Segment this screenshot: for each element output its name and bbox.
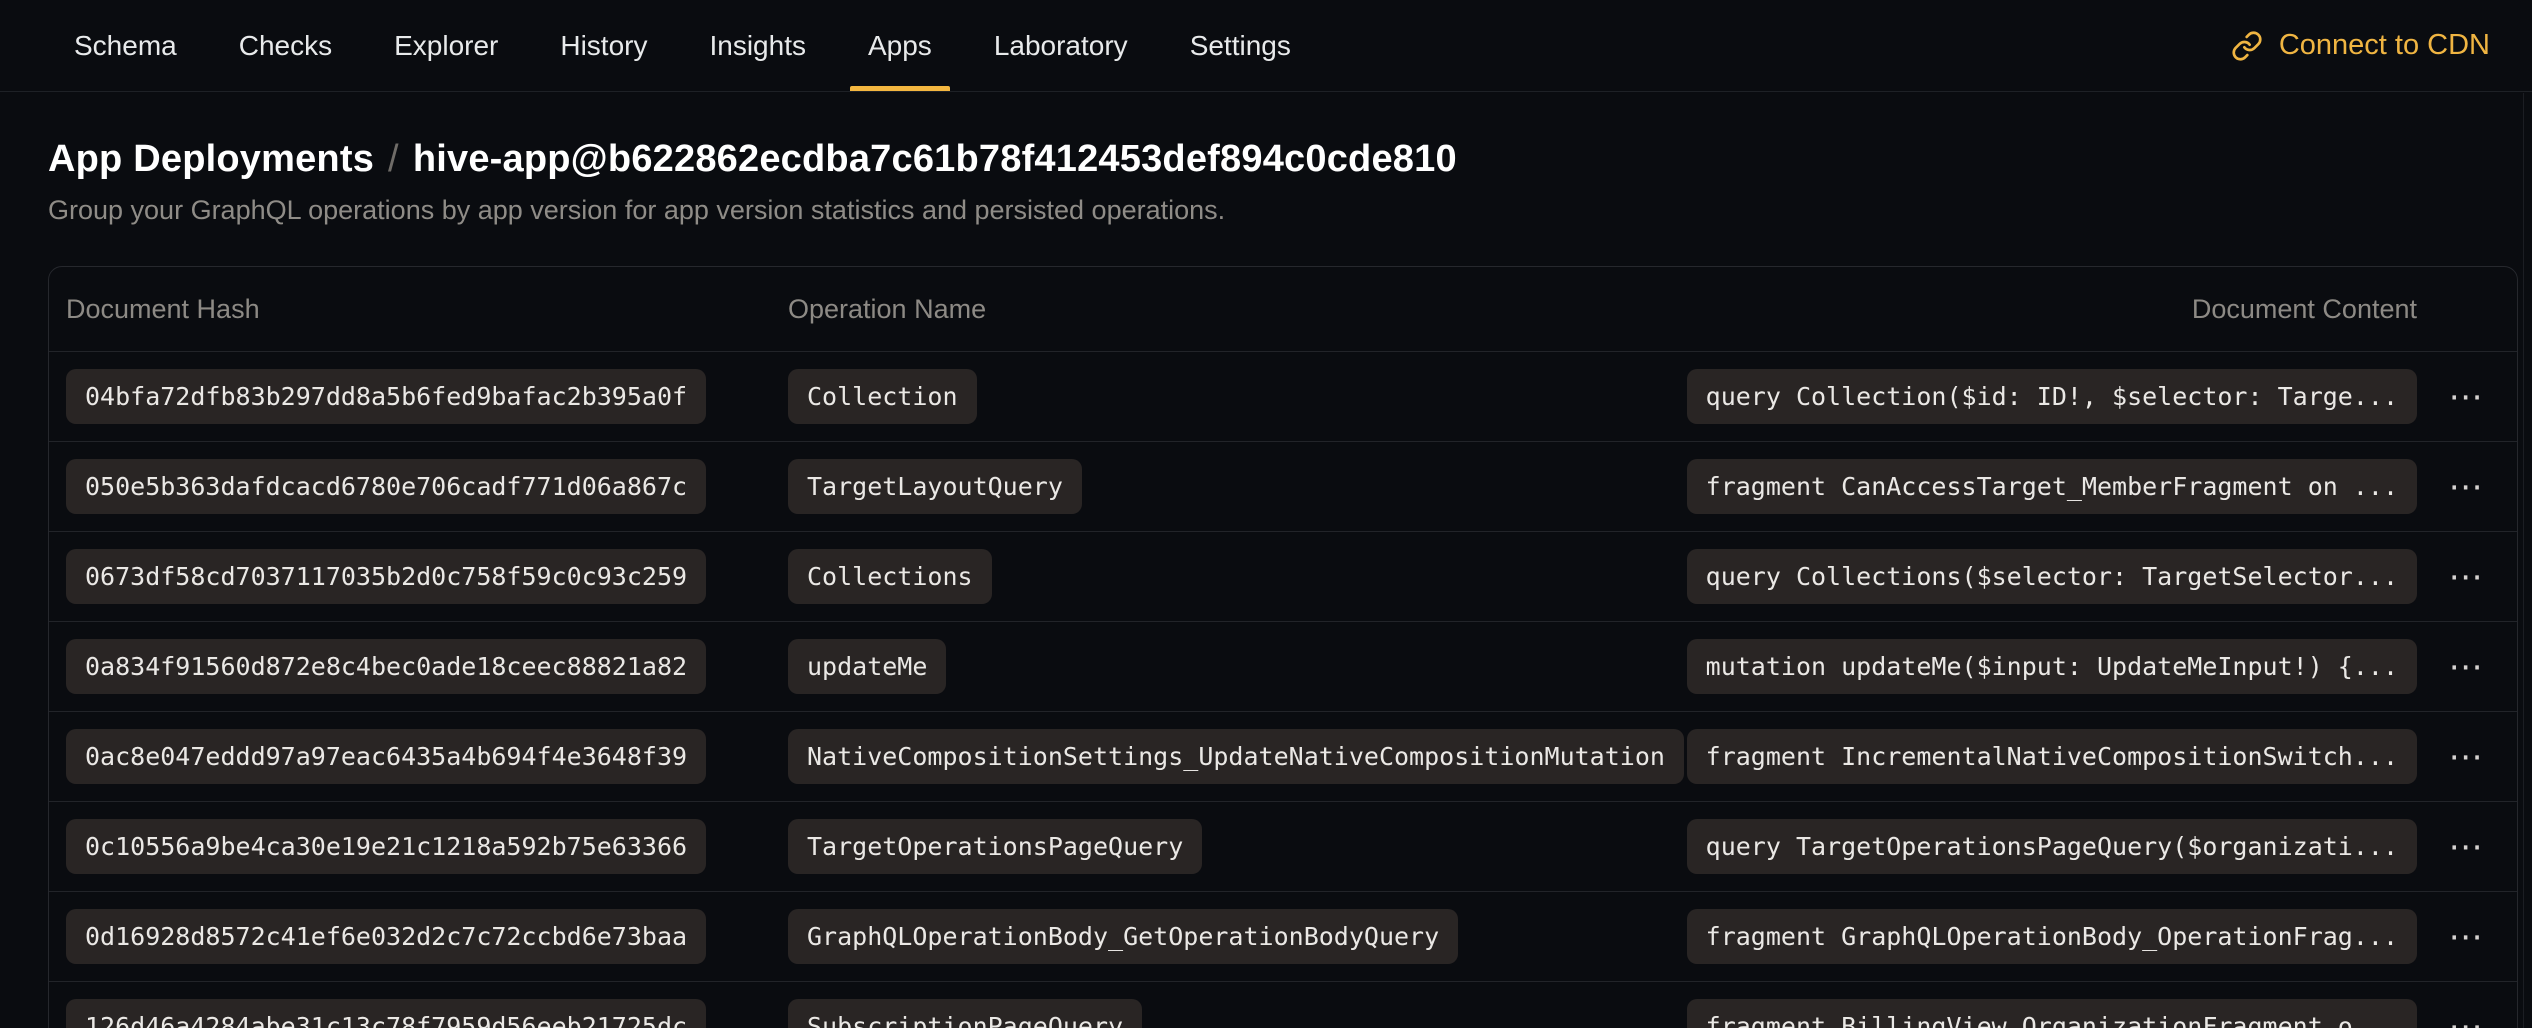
document-content-chip: mutation updateMe($input: UpdateMeInput!… <box>1687 639 2417 694</box>
document-content-cell: query TargetOperationsPageQuery($organiz… <box>1687 819 2417 874</box>
document-hash-cell: 050e5b363dafdcacd6780e706cadf771d06a867c <box>66 459 788 514</box>
document-hash-cell: 0a834f91560d872e8c4bec0ade18ceec88821a82 <box>66 639 788 694</box>
operation-name-cell: GraphQLOperationBody_GetOperationBodyQue… <box>788 909 1687 964</box>
operation-name-chip: SubscriptionPageQuery <box>788 999 1142 1028</box>
top-navigation: Schema Checks Explorer History Insights … <box>0 0 2532 92</box>
connect-to-cdn-label: Connect to CDN <box>2279 29 2490 62</box>
row-menu-button[interactable]: ⋯ <box>2439 912 2496 962</box>
document-content-chip: fragment IncrementalNativeCompositionSwi… <box>1687 729 2417 784</box>
breadcrumb: App Deployments/hive-app@b622862ecdba7c6… <box>48 138 2484 181</box>
operation-name-cell: NativeCompositionSettings_UpdateNativeCo… <box>788 729 1687 784</box>
nav-tab-insights[interactable]: Insights <box>685 0 830 91</box>
operation-name-cell: Collections <box>788 549 1687 604</box>
row-actions-cell: ⋯ <box>2439 1002 2496 1028</box>
document-content-chip: fragment BillingView_OrganizationFragmen… <box>1687 999 2417 1028</box>
row-actions-cell: ⋯ <box>2439 552 2496 602</box>
document-hash-chip: 0673df58cd7037117035b2d0c758f59c0c93c259 <box>66 549 706 604</box>
document-content-chip: query Collection($id: ID!, $selector: Ta… <box>1687 369 2417 424</box>
link-icon <box>2231 30 2263 62</box>
table-row: 0673df58cd7037117035b2d0c758f59c0c93c259… <box>49 531 2517 621</box>
document-hash-chip: 0c10556a9be4ca30e19e21c1218a592b75e63366 <box>66 819 706 874</box>
document-content-cell: fragment CanAccessTarget_MemberFragment … <box>1687 459 2417 514</box>
table-row: 0c10556a9be4ca30e19e21c1218a592b75e63366… <box>49 801 2517 891</box>
nav-tab-laboratory[interactable]: Laboratory <box>970 0 1152 91</box>
row-actions-cell: ⋯ <box>2439 732 2496 782</box>
nav-tab-history[interactable]: History <box>536 0 671 91</box>
table-row: 050e5b363dafdcacd6780e706cadf771d06a867c… <box>49 441 2517 531</box>
table-row: 126d46a4284abe31c13c78f7959d56eeb21725dc… <box>49 981 2517 1028</box>
row-actions-cell: ⋯ <box>2439 462 2496 512</box>
document-content-cell: fragment IncrementalNativeCompositionSwi… <box>1687 729 2417 784</box>
document-hash-chip: 0ac8e047eddd97a97eac6435a4b694f4e3648f39 <box>66 729 706 784</box>
document-hash-cell: 0ac8e047eddd97a97eac6435a4b694f4e3648f39 <box>66 729 788 784</box>
row-menu-button[interactable]: ⋯ <box>2439 1002 2496 1028</box>
table-header-row: Document Hash Operation Name Document Co… <box>49 267 2517 351</box>
operation-name-chip: Collection <box>788 369 977 424</box>
operation-name-cell: TargetLayoutQuery <box>788 459 1687 514</box>
operation-name-chip: TargetLayoutQuery <box>788 459 1082 514</box>
column-header-document-hash: Document Hash <box>66 294 788 325</box>
operation-name-chip: Collections <box>788 549 992 604</box>
document-hash-chip: 04bfa72dfb83b297dd8a5b6fed9bafac2b395a0f <box>66 369 706 424</box>
nav-tab-schema[interactable]: Schema <box>50 0 201 91</box>
nav-spacer <box>1315 0 2231 91</box>
nav-tabs: Schema Checks Explorer History Insights … <box>50 0 1315 91</box>
document-hash-cell: 04bfa72dfb83b297dd8a5b6fed9bafac2b395a0f <box>66 369 788 424</box>
row-menu-button[interactable]: ⋯ <box>2439 462 2496 512</box>
document-content-chip: fragment GraphQLOperationBody_OperationF… <box>1687 909 2417 964</box>
document-hash-chip: 0a834f91560d872e8c4bec0ade18ceec88821a82 <box>66 639 706 694</box>
column-header-operation-name: Operation Name <box>788 294 2192 325</box>
row-actions-cell: ⋯ <box>2439 372 2496 422</box>
document-content-cell: mutation updateMe($input: UpdateMeInput!… <box>1687 639 2417 694</box>
document-content-cell: query Collections($selector: TargetSelec… <box>1687 549 2417 604</box>
operation-name-chip: NativeCompositionSettings_UpdateNativeCo… <box>788 729 1684 784</box>
operation-name-cell: Collection <box>788 369 1687 424</box>
nav-tab-apps[interactable]: Apps <box>844 0 956 91</box>
table-row: 0ac8e047eddd97a97eac6435a4b694f4e3648f39… <box>49 711 2517 801</box>
app-deployment-detail-page: App Deployments/hive-app@b622862ecdba7c6… <box>0 92 2532 1028</box>
nav-tab-checks[interactable]: Checks <box>215 0 356 91</box>
page-subtitle: Group your GraphQL operations by app ver… <box>48 195 2484 226</box>
table-row: 0d16928d8572c41ef6e032d2c7c72ccbd6e73baa… <box>49 891 2517 981</box>
operation-name-chip: TargetOperationsPageQuery <box>788 819 1202 874</box>
row-actions-cell: ⋯ <box>2439 642 2496 692</box>
breadcrumb-root[interactable]: App Deployments <box>48 138 374 180</box>
document-hash-cell: 0c10556a9be4ca30e19e21c1218a592b75e63366 <box>66 819 788 874</box>
column-header-document-content: Document Content <box>2192 294 2417 325</box>
documents-table: Document Hash Operation Name Document Co… <box>48 266 2518 1028</box>
operation-name-chip: GraphQLOperationBody_GetOperationBodyQue… <box>788 909 1458 964</box>
document-content-cell: fragment GraphQLOperationBody_OperationF… <box>1687 909 2417 964</box>
operation-name-cell: TargetOperationsPageQuery <box>788 819 1687 874</box>
row-menu-button[interactable]: ⋯ <box>2439 642 2496 692</box>
table-body: 04bfa72dfb83b297dd8a5b6fed9bafac2b395a0f… <box>49 351 2517 1028</box>
table-row: 04bfa72dfb83b297dd8a5b6fed9bafac2b395a0f… <box>49 351 2517 441</box>
nav-tab-explorer[interactable]: Explorer <box>370 0 522 91</box>
document-hash-chip: 050e5b363dafdcacd6780e706cadf771d06a867c <box>66 459 706 514</box>
document-content-cell: fragment BillingView_OrganizationFragmen… <box>1687 999 2417 1028</box>
row-actions-cell: ⋯ <box>2439 912 2496 962</box>
document-hash-cell: 0d16928d8572c41ef6e032d2c7c72ccbd6e73baa <box>66 909 788 964</box>
breadcrumb-separator: / <box>374 138 413 180</box>
document-content-chip: query TargetOperationsPageQuery($organiz… <box>1687 819 2417 874</box>
row-menu-button[interactable]: ⋯ <box>2439 372 2496 422</box>
document-hash-cell: 126d46a4284abe31c13c78f7959d56eeb21725dc <box>66 999 788 1028</box>
row-menu-button[interactable]: ⋯ <box>2439 732 2496 782</box>
operation-name-chip: updateMe <box>788 639 946 694</box>
document-hash-chip: 0d16928d8572c41ef6e032d2c7c72ccbd6e73baa <box>66 909 706 964</box>
document-hash-cell: 0673df58cd7037117035b2d0c758f59c0c93c259 <box>66 549 788 604</box>
document-content-cell: query Collection($id: ID!, $selector: Ta… <box>1687 369 2417 424</box>
table-row: 0a834f91560d872e8c4bec0ade18ceec88821a82… <box>49 621 2517 711</box>
row-actions-cell: ⋯ <box>2439 822 2496 872</box>
breadcrumb-current-app: hive-app@b622862ecdba7c61b78f412453def89… <box>413 138 1457 180</box>
operation-name-cell: updateMe <box>788 639 1687 694</box>
document-content-chip: fragment CanAccessTarget_MemberFragment … <box>1687 459 2417 514</box>
row-menu-button[interactable]: ⋯ <box>2439 552 2496 602</box>
row-menu-button[interactable]: ⋯ <box>2439 822 2496 872</box>
connect-to-cdn-button[interactable]: Connect to CDN <box>2231 0 2490 91</box>
document-content-chip: query Collections($selector: TargetSelec… <box>1687 549 2417 604</box>
nav-tab-settings[interactable]: Settings <box>1166 0 1315 91</box>
operation-name-cell: SubscriptionPageQuery <box>788 999 1687 1028</box>
document-hash-chip: 126d46a4284abe31c13c78f7959d56eeb21725dc <box>66 999 706 1028</box>
scrollbar[interactable] <box>2523 93 2524 1028</box>
